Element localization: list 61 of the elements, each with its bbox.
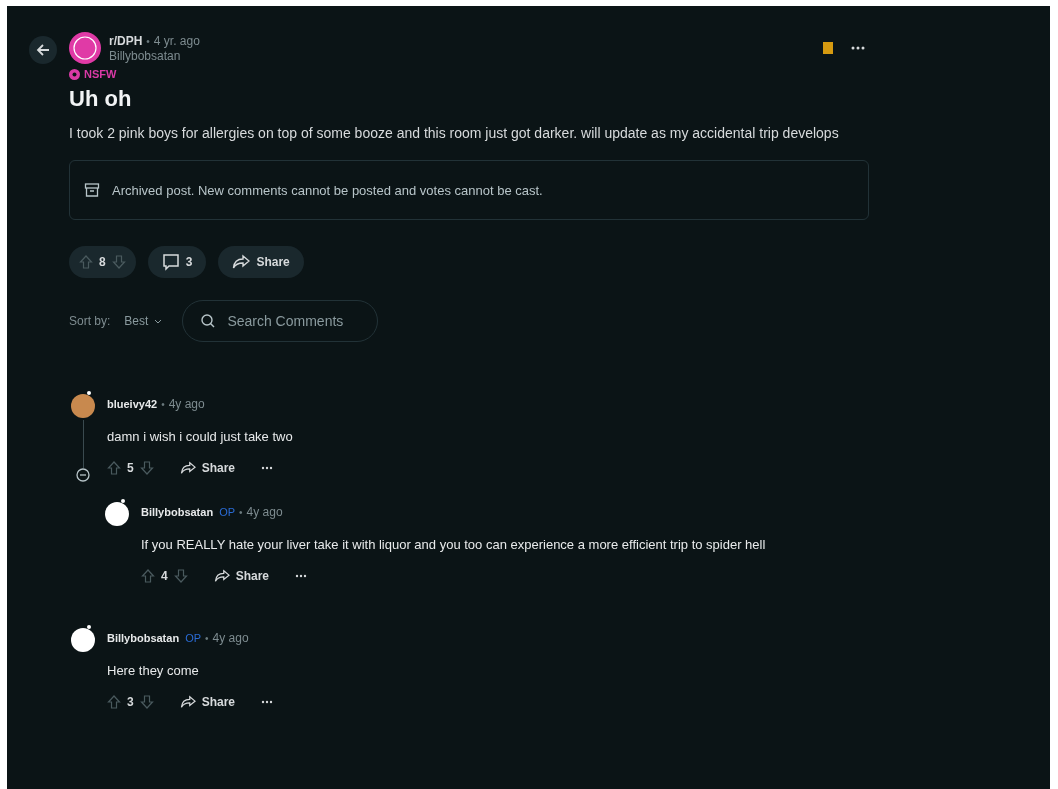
archive-icon: [84, 182, 100, 198]
comment-author[interactable]: Billybobsatan: [141, 506, 214, 518]
nsfw-label: NSFW: [84, 68, 117, 80]
search-field[interactable]: Search Comments: [182, 300, 379, 342]
downvote-icon[interactable]: [111, 255, 126, 269]
comment-icon: [161, 253, 180, 271]
downvote-icon[interactable]: [139, 695, 154, 709]
separator-dot: •: [146, 35, 150, 47]
share-icon: [179, 461, 196, 475]
share-button[interactable]: Share: [218, 246, 304, 278]
comment-author[interactable]: blueivy42: [107, 398, 158, 410]
share-button[interactable]: Share: [173, 691, 242, 713]
op-label: OP: [219, 506, 236, 518]
share-icon: [179, 695, 196, 709]
upvote-icon[interactable]: [79, 255, 93, 269]
subreddit-avatar-icon: [69, 32, 101, 64]
back-button[interactable]: [29, 36, 57, 64]
upvote-icon[interactable]: [107, 461, 121, 475]
ellipsis-icon: [851, 46, 865, 50]
minus-icon: [76, 468, 90, 482]
subreddit-name[interactable]: r/DPH: [109, 33, 143, 48]
upvote-icon[interactable]: [107, 695, 121, 709]
comment-text: damn i wish i could just take two: [107, 428, 294, 446]
ellipsis-icon: [295, 574, 308, 578]
post-title: Uh oh: [69, 86, 133, 112]
separator-dot: •: [205, 632, 209, 644]
share-icon: [232, 254, 251, 270]
archived-notice: Archived post. New comments cannot be posted and votes cannot be cast.: [112, 182, 543, 198]
comment-time: 4y ago: [168, 397, 205, 411]
comment-time: 4y ago: [246, 505, 283, 519]
search-icon: [200, 313, 217, 329]
comments-button[interactable]: 3: [147, 246, 207, 278]
comment-text: If you REALLY hate your liver take it with liquor and you too can experience a more efficient trip to spider hell: [141, 536, 766, 554]
share-button[interactable]: Share: [207, 565, 276, 587]
award-icon: [823, 42, 833, 54]
ellipsis-icon: [261, 466, 274, 470]
downvote-icon[interactable]: [173, 569, 188, 583]
comment-author[interactable]: Billybobsatan: [107, 632, 180, 644]
vote-count: 3: [127, 695, 134, 709]
comment-text: Here they come: [107, 662, 200, 680]
share-icon: [213, 569, 230, 583]
collapse-button[interactable]: [76, 468, 90, 482]
chevron-down-icon: [154, 318, 163, 324]
back-arrow-icon: [35, 42, 51, 58]
share-button[interactable]: Share: [173, 457, 242, 479]
ellipsis-icon: [261, 700, 274, 704]
separator-dot: •: [239, 506, 243, 518]
post-author[interactable]: Billybobsatan: [109, 48, 200, 63]
vote-count: 5: [127, 461, 134, 475]
op-label: OP: [185, 632, 202, 644]
comment-time: 4y ago: [212, 631, 249, 645]
sort-dropdown[interactable]: Best: [118, 313, 169, 329]
sort-label: Sort by:: [69, 314, 111, 328]
upvote-icon[interactable]: [141, 569, 155, 583]
downvote-icon[interactable]: [139, 461, 154, 475]
post-body: I took 2 pink boys for allergies on top of some booze and this room just got darker. will update as my accidental trip develops: [69, 124, 840, 143]
vote-count: 4: [161, 569, 168, 583]
post-time: 4 yr. ago: [153, 33, 200, 48]
separator-dot: •: [161, 398, 165, 410]
vote-count: 8: [99, 255, 106, 269]
nsfw-icon: [69, 68, 80, 80]
